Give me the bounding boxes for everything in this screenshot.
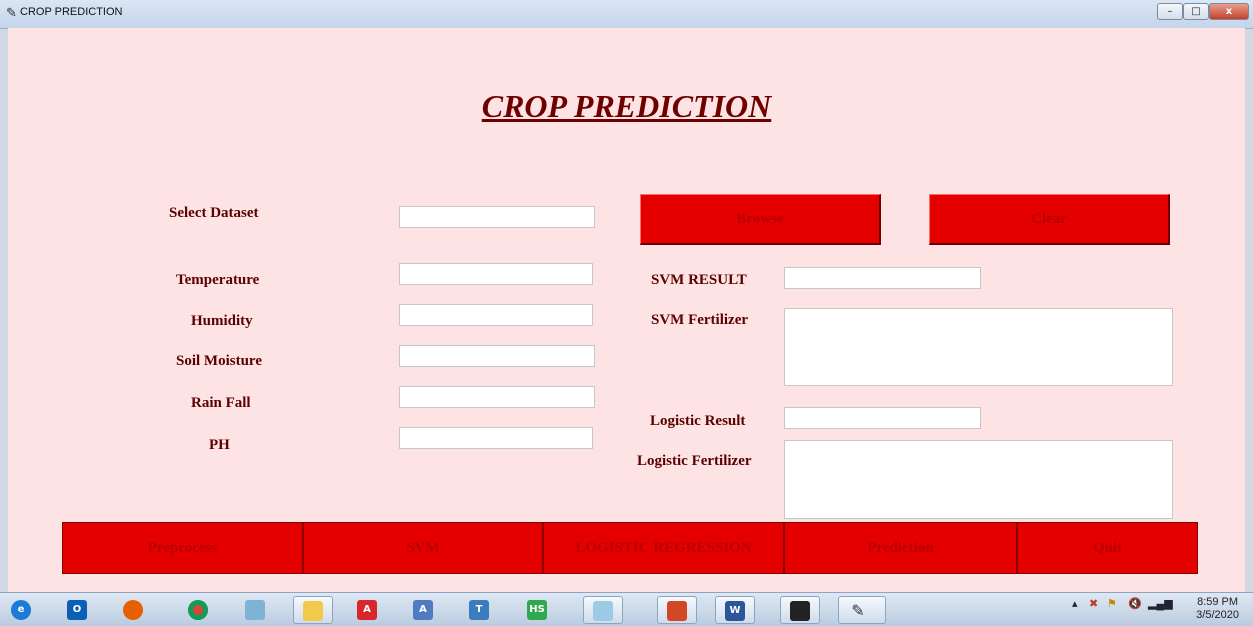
action-center-icon[interactable]: ⚑ xyxy=(1107,597,1117,610)
minimize-button[interactable]: – xyxy=(1157,3,1183,20)
svm-result-field[interactable] xyxy=(784,267,981,289)
dataset-path-input[interactable] xyxy=(399,206,595,228)
file-explorer-icon[interactable] xyxy=(293,596,333,624)
preprocess-button[interactable]: Preprocess xyxy=(62,522,303,574)
humidity-input[interactable] xyxy=(399,304,593,326)
signal-icon[interactable]: ▂▄▆ xyxy=(1148,597,1173,610)
soil-moisture-label: Soil Moisture xyxy=(176,353,262,369)
hs-icon[interactable]: HS xyxy=(518,596,558,624)
firefox-icon[interactable] xyxy=(114,596,154,624)
chrome-icon[interactable] xyxy=(179,596,219,624)
close-button[interactable]: x xyxy=(1209,3,1249,20)
volume-muted-icon[interactable]: 🔇 xyxy=(1128,597,1142,610)
select-dataset-label: Select Dataset xyxy=(169,205,259,221)
clock-date: 3/5/2020 xyxy=(1196,609,1239,621)
form-area: CROP PREDICTION Select Dataset Temperatu… xyxy=(8,28,1245,592)
logistic-regression-button[interactable]: LOGISTIC REGRESSION xyxy=(543,522,784,574)
svm-fertilizer-field[interactable] xyxy=(784,308,1173,386)
svm-result-label: SVM RESULT xyxy=(651,272,747,288)
taskbar: e O A A T HS W ✎ ▴ ✖ ⚑ 🔇 ▂▄▆ 8:59 PM 3/5… xyxy=(0,592,1253,626)
prediction-button[interactable]: Prediction xyxy=(784,522,1017,574)
rain-fall-input[interactable] xyxy=(399,386,595,408)
svm-fertilizer-label: SVM Fertilizer xyxy=(651,312,749,328)
page-title: CROP PREDICTION xyxy=(481,88,772,124)
powerpoint-icon[interactable] xyxy=(657,596,697,624)
quit-button[interactable]: Quit xyxy=(1017,522,1198,574)
show-hidden-icons-icon[interactable]: ▴ xyxy=(1072,597,1078,610)
humidity-label: Humidity xyxy=(191,313,253,329)
acrobat-icon[interactable]: A xyxy=(348,596,388,624)
logistic-result-field[interactable] xyxy=(784,407,981,429)
soil-moisture-input[interactable] xyxy=(399,345,595,367)
temperature-label: Temperature xyxy=(176,272,260,288)
ie-icon[interactable]: e xyxy=(2,596,42,624)
logistic-result-label: Logistic Result xyxy=(650,413,746,429)
outlook-icon[interactable]: O xyxy=(58,596,98,624)
window-title: CROP PREDICTION xyxy=(20,6,123,18)
clock-time: 8:59 PM xyxy=(1197,596,1239,608)
app-window: ✎ CROP PREDICTION – □ x CROP PREDICTION … xyxy=(0,0,1253,626)
paint-icon[interactable] xyxy=(583,596,623,624)
ph-label: PH xyxy=(209,437,230,453)
terminal-icon[interactable] xyxy=(780,596,820,624)
logistic-fertilizer-label: Logistic Fertilizer xyxy=(637,453,752,469)
temperature-input[interactable] xyxy=(399,263,593,285)
network-warning-icon[interactable]: ✖ xyxy=(1089,597,1098,610)
svm-button[interactable]: SVM xyxy=(303,522,543,574)
feather-icon: ✎ xyxy=(6,5,17,20)
maximize-button[interactable]: □ xyxy=(1183,3,1209,20)
editor-icon[interactable]: A xyxy=(404,596,444,624)
logistic-fertilizer-field[interactable] xyxy=(784,440,1173,519)
browse-button[interactable]: Browse xyxy=(640,194,881,245)
title-bar[interactable]: ✎ CROP PREDICTION – □ x xyxy=(0,0,1253,29)
ph-input[interactable] xyxy=(399,427,593,449)
word-icon[interactable]: W xyxy=(715,596,755,624)
rain-fall-label: Rain Fall xyxy=(191,395,251,411)
clear-button[interactable]: Clear xyxy=(929,194,1170,245)
taskbar-clock[interactable]: 8:59 PM 3/5/2020 xyxy=(1196,596,1239,622)
notepad-icon[interactable] xyxy=(236,596,276,624)
python-feather-icon[interactable]: ✎ xyxy=(838,596,886,624)
tool-icon[interactable]: T xyxy=(460,596,500,624)
